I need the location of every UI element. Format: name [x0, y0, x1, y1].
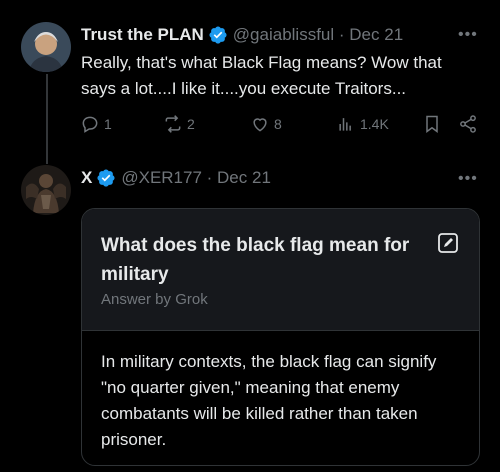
- separator-dot: ·: [201, 168, 218, 187]
- share-button[interactable]: [458, 114, 482, 134]
- bookmark-button[interactable]: [422, 114, 446, 134]
- more-icon[interactable]: •••: [458, 170, 478, 188]
- tweet-date[interactable]: Dec 21: [217, 168, 271, 188]
- avatar-image: [21, 22, 71, 72]
- reply-button[interactable]: 1: [80, 114, 112, 134]
- reply-count: 1: [104, 116, 112, 132]
- views-button[interactable]: 1.4K: [336, 114, 389, 134]
- handle[interactable]: @XER177: [121, 168, 202, 188]
- avatar[interactable]: [21, 165, 71, 215]
- display-name[interactable]: X: [81, 168, 92, 188]
- like-count: 8: [274, 116, 282, 132]
- more-icon[interactable]: •••: [458, 26, 478, 44]
- separator-dot: ·: [334, 25, 350, 44]
- grok-question-title: What does the black flag mean for milita…: [101, 235, 410, 285]
- tweet-text: Really, that's what Black Flag means? Wo…: [81, 53, 442, 98]
- grok-answer-text: In military contexts, the black flag can…: [101, 352, 437, 449]
- like-icon: [253, 118, 267, 132]
- views-count: 1.4K: [360, 116, 389, 132]
- edit-icon[interactable]: [437, 232, 459, 254]
- share-icon: [460, 115, 476, 133]
- grok-attribution: Answer by Grok: [101, 291, 208, 308]
- tweet-header: Trust the PLAN @gaiablissful · Dec 21: [81, 25, 403, 45]
- bookmark-icon: [426, 115, 438, 133]
- verified-badge-icon: [96, 168, 116, 188]
- display-name[interactable]: Trust the PLAN: [81, 25, 204, 45]
- like-button[interactable]: 8: [250, 114, 282, 134]
- repost-icon: [165, 115, 181, 133]
- repost-button[interactable]: 2: [163, 114, 195, 134]
- reply-icon: [82, 116, 98, 133]
- grok-card-header: What does the black flag mean for milita…: [82, 209, 479, 331]
- repost-count: 2: [187, 116, 195, 132]
- tweet-header: X @XER177 · Dec 21: [81, 168, 271, 188]
- views-icon: [339, 118, 351, 131]
- avatar[interactable]: [21, 22, 71, 72]
- verified-badge-icon: [208, 25, 228, 45]
- tweet-actions: 1 2 8 1.4K: [80, 114, 482, 138]
- grok-answer-card[interactable]: What does the black flag mean for milita…: [81, 208, 480, 466]
- thread-connector-line: [46, 74, 48, 164]
- avatar-image: [21, 165, 71, 215]
- handle[interactable]: @gaiablissful: [233, 25, 334, 45]
- tweet-date[interactable]: Dec 21: [349, 25, 403, 45]
